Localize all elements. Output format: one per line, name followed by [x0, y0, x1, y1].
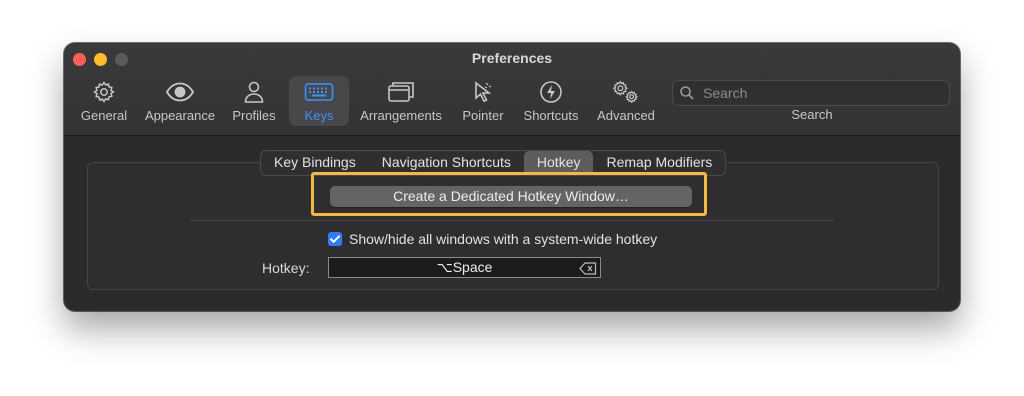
gear-icon [89, 79, 119, 105]
search-label: Search [791, 107, 833, 122]
toolbar-item-keys[interactable]: Keys [289, 76, 349, 126]
system-wide-hotkey-checkbox[interactable] [328, 232, 342, 246]
toolbar-item-profiles[interactable]: Profiles [226, 76, 282, 126]
eye-icon [165, 79, 195, 105]
toolbar-item-arrangements[interactable]: Arrangements [356, 76, 446, 126]
toolbar: Preferences General Appearance Profiles … [64, 43, 960, 136]
bolt-icon [536, 79, 566, 105]
checkmark-icon [330, 235, 340, 243]
toolbar-item-label: Keys [304, 108, 334, 123]
window-title: Preferences [471, 50, 553, 66]
toolbar-item-pointer[interactable]: Pointer [455, 76, 511, 126]
toolbar-item-label: Shortcuts [523, 108, 579, 123]
windows-icon [386, 79, 416, 105]
keyboard-icon [304, 79, 334, 105]
toolbar-item-shortcuts[interactable]: Shortcuts [519, 76, 583, 126]
create-hotkey-window-button[interactable]: Create a Dedicated Hotkey Window… [330, 186, 692, 207]
toolbar-item-label: Advanced [597, 108, 655, 123]
toolbar-item-label: Appearance [144, 108, 216, 123]
toolbar-item-label: Arrangements [360, 108, 442, 123]
toolbar-item-appearance[interactable]: Appearance [140, 76, 220, 126]
hotkey-label: Hotkey: [262, 260, 310, 276]
hotkey-field[interactable]: ⌥Space [328, 257, 601, 278]
preferences-window: Preferences General Appearance Profiles … [64, 43, 960, 311]
divider [190, 220, 834, 221]
toolbar-item-advanced[interactable]: Advanced [591, 76, 661, 126]
hotkey-value: ⌥Space [436, 259, 493, 275]
toolbar-item-label: General [80, 108, 128, 123]
person-icon [239, 79, 269, 105]
search-input[interactable] [701, 84, 945, 102]
clear-hotkey-icon[interactable] [579, 261, 597, 275]
system-wide-hotkey-row: Show/hide all windows with a system-wide… [328, 231, 657, 247]
search-icon [679, 85, 695, 101]
toolbar-item-label: Pointer [462, 108, 504, 123]
checkbox-label: Show/hide all windows with a system-wide… [349, 231, 658, 247]
search-field[interactable] [672, 80, 950, 106]
toolbar-item-general[interactable]: General [76, 76, 132, 126]
cursor-icon [468, 79, 498, 105]
toolbar-item-label: Profiles [232, 108, 276, 123]
gears-icon [611, 79, 641, 105]
